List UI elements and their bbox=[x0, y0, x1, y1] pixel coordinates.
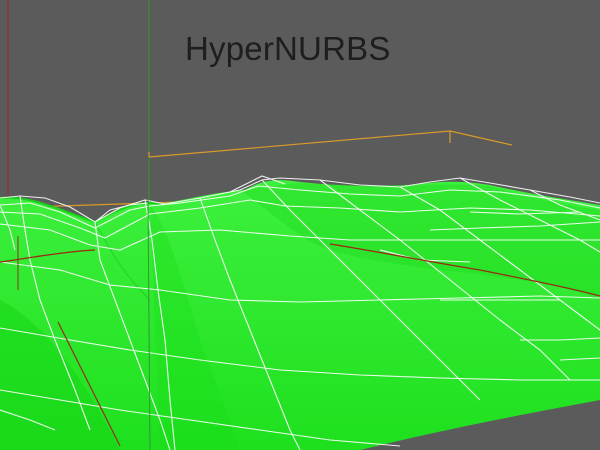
3d-viewport[interactable]: HyperNURBS bbox=[0, 0, 600, 450]
viewport-title: HyperNURBS bbox=[185, 30, 391, 67]
